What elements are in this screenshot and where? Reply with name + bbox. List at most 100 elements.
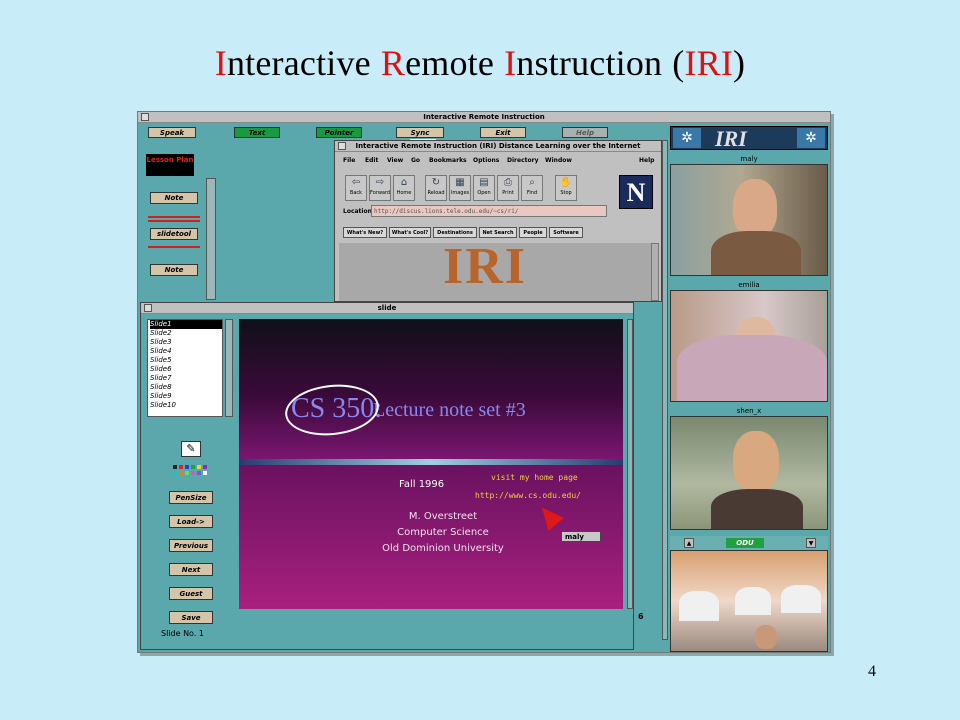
home-button[interactable]: ⌂ Home [393, 175, 415, 201]
menu-go[interactable]: Go [411, 157, 420, 164]
pointer-button[interactable]: Pointer [316, 127, 362, 138]
help-button[interactable]: Help [562, 127, 608, 138]
slide-canvas[interactable]: CS 350: Lecture note set #3 Fall 1996 M.… [239, 319, 623, 609]
main-window-titlebar[interactable]: Interactive Remote Instruction [138, 112, 830, 123]
video-feed-maly[interactable] [670, 164, 828, 276]
forward-button[interactable]: ⇨ Forward [369, 175, 391, 201]
reload-button[interactable]: ↻ Reload [425, 175, 447, 201]
video-feed-classroom[interactable] [670, 550, 828, 652]
slide-title: Interactive Remote Instruction (IRI) [214, 43, 746, 83]
destinations-button[interactable]: Destinations [433, 227, 477, 238]
find-button[interactable]: ⌕ Find [521, 175, 543, 201]
participant-face [733, 179, 777, 237]
menu-bookmarks[interactable]: Bookmarks [429, 157, 467, 164]
slide-window-titlebar[interactable]: slide [141, 303, 633, 314]
color-swatch[interactable] [197, 465, 201, 469]
save-button[interactable]: Save [169, 611, 213, 624]
lesson-note-button[interactable]: Note [150, 192, 198, 204]
participant-label-shen_x: shen_x [736, 407, 762, 415]
slide-list-item[interactable]: Slide8 [150, 383, 222, 392]
lesson-note-button-2[interactable]: Note [150, 264, 198, 276]
page-indicator: 6 [638, 612, 644, 621]
next-button[interactable]: Next [169, 563, 213, 576]
menu-file[interactable]: File [343, 157, 355, 164]
slide-list-scrollbar[interactable] [225, 319, 233, 417]
lesson-divider [148, 216, 200, 218]
slide-list-item[interactable]: Slide6 [150, 365, 222, 374]
menu-view[interactable]: View [387, 157, 403, 164]
room-selector-bar: ▲ ODU ▼ [670, 536, 828, 550]
stop-button[interactable]: ✋ Stop [555, 175, 577, 201]
window-menu-icon[interactable] [338, 142, 346, 150]
menu-edit[interactable]: Edit [365, 157, 378, 164]
color-swatch[interactable] [179, 465, 183, 469]
slide-list-item[interactable]: Slide5 [150, 356, 222, 365]
location-label: Location: [343, 208, 375, 215]
back-button[interactable]: ⇦ Back [345, 175, 367, 201]
video-feed-emilia[interactable] [670, 290, 828, 402]
people-button[interactable]: People [519, 227, 547, 238]
color-swatch[interactable] [203, 465, 207, 469]
menu-help[interactable]: Help [639, 157, 654, 164]
print-button[interactable]: ⎙ Print [497, 175, 519, 201]
slide-list-item[interactable]: Slide2 [150, 329, 222, 338]
video-feed-shen_x[interactable] [670, 416, 828, 530]
color-swatch[interactable] [185, 465, 189, 469]
slide-scrollbar[interactable] [627, 319, 633, 609]
iri-banner: ✲ IRI ✲ [670, 126, 828, 151]
browser-titlebar[interactable]: Interactive Remote Instruction (IRI) Dis… [335, 141, 661, 152]
color-swatch[interactable] [203, 471, 207, 475]
lesson-slidetool-button[interactable]: slidetool [150, 228, 198, 240]
scroll-up-icon[interactable]: ▲ [684, 538, 694, 548]
color-swatch[interactable] [191, 465, 195, 469]
whats-cool-button[interactable]: What's Cool? [389, 227, 431, 238]
participant-label-emilia: emilia [738, 281, 760, 289]
slide-number-status: Slide No. 1 [161, 629, 204, 638]
slide-list-item[interactable]: Slide7 [150, 374, 222, 383]
participant-body [677, 335, 827, 401]
load-button[interactable]: Load-> [169, 515, 213, 528]
browser-window: Interactive Remote Instruction (IRI) Dis… [334, 140, 662, 302]
menu-directory[interactable]: Directory [507, 157, 538, 164]
menu-options[interactable]: Options [473, 157, 499, 164]
images-button[interactable]: ▦ Images [449, 175, 471, 201]
reload-icon: ↻ [431, 177, 441, 188]
slide-list-item[interactable]: Slide3 [150, 338, 222, 347]
browser-scrollbar[interactable] [651, 243, 659, 301]
net-search-button[interactable]: Net Search [479, 227, 517, 238]
slide-list-item[interactable]: Slide10 [150, 401, 222, 410]
slide-list-item[interactable]: Slide9 [150, 392, 222, 401]
slide-list-item[interactable]: Slide1 [150, 320, 222, 329]
classroom-desk [735, 587, 771, 615]
center-scrollbar[interactable] [662, 140, 668, 640]
window-menu-icon[interactable] [141, 113, 149, 121]
open-button[interactable]: ▤ Open [473, 175, 495, 201]
slide-url-link[interactable]: http://www.cs.odu.edu/ [475, 491, 581, 500]
room-label[interactable]: ODU [726, 538, 764, 548]
slide-list-item[interactable]: Slide4 [150, 347, 222, 356]
previous-button[interactable]: Previous [169, 539, 213, 552]
software-button[interactable]: Software [549, 227, 583, 238]
color-swatch[interactable] [197, 471, 201, 475]
exit-button[interactable]: Exit [480, 127, 526, 138]
sync-button[interactable]: Sync [396, 127, 444, 138]
text-button[interactable]: Text [234, 127, 280, 138]
color-swatch[interactable] [191, 471, 195, 475]
slide-visit-text: visit my home page [491, 473, 578, 482]
location-input[interactable]: http://discus.lions.tele.odu.edu/~cs/ri/ [371, 205, 607, 217]
color-swatch[interactable] [173, 471, 177, 475]
speak-button[interactable]: Speak [148, 127, 196, 138]
color-swatch[interactable] [173, 465, 177, 469]
color-swatch[interactable] [179, 471, 183, 475]
pen-tool-icon[interactable]: ✎ [181, 441, 201, 457]
pensize-button[interactable]: PenSize [169, 491, 213, 504]
menu-window[interactable]: Window [545, 157, 572, 164]
scroll-down-icon[interactable]: ▼ [806, 538, 816, 548]
whats-new-button[interactable]: What's New? [343, 227, 387, 238]
slide-window-title: slide [377, 304, 397, 312]
open-icon: ▤ [479, 177, 489, 188]
lesson-plan-scrollbar[interactable] [206, 178, 216, 300]
guest-button[interactable]: Guest [169, 587, 213, 600]
window-menu-icon[interactable] [144, 304, 152, 312]
color-swatch[interactable] [185, 471, 189, 475]
